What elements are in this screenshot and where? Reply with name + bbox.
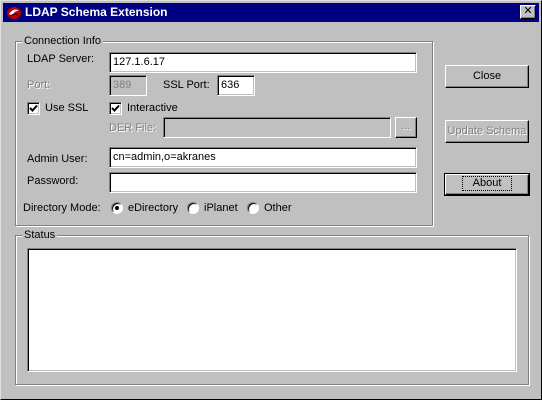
der-file-browse-button: ... xyxy=(395,117,417,138)
interactive-label: Interactive xyxy=(127,102,178,114)
ldap-server-input[interactable]: 127.1.6.17 xyxy=(109,52,417,73)
edirectory-radio[interactable] xyxy=(111,202,123,214)
edirectory-label: eDirectory xyxy=(128,202,179,214)
directory-mode-label: Directory Mode: xyxy=(23,202,101,214)
iplanet-radio[interactable] xyxy=(187,202,199,214)
interactive-checkbox[interactable] xyxy=(109,102,122,115)
title-bar[interactable]: LDAP Schema Extension ✕ xyxy=(3,3,539,22)
status-label: Status xyxy=(22,229,58,241)
about-button[interactable]: About xyxy=(444,173,530,196)
other-radio[interactable] xyxy=(247,202,259,214)
use-ssl-checkbox[interactable] xyxy=(27,102,40,115)
window-title: LDAP Schema Extension xyxy=(25,5,168,19)
der-file-input xyxy=(163,117,391,138)
ldap-server-label: LDAP Server: xyxy=(27,53,95,65)
dialog-window: LDAP Schema Extension ✕ Connection Info … xyxy=(0,0,542,400)
password-label: Password: xyxy=(27,175,79,187)
der-file-label: DER File: xyxy=(109,122,157,134)
other-label: Other xyxy=(264,202,292,214)
password-input[interactable] xyxy=(109,172,417,193)
checkmark-icon xyxy=(111,104,120,112)
about-button-label: About xyxy=(461,176,513,191)
update-schema-button: Update Schema xyxy=(445,120,529,143)
close-icon[interactable]: ✕ xyxy=(520,5,536,19)
connection-info-label: Connection Info xyxy=(22,35,104,47)
admin-user-label: Admin User: xyxy=(27,153,88,165)
ssl-port-input[interactable]: 636 xyxy=(217,75,255,96)
app-icon xyxy=(7,7,21,19)
ssl-port-label: SSL Port: xyxy=(163,79,210,91)
close-button[interactable]: Close xyxy=(445,65,529,88)
iplanet-label: iPlanet xyxy=(204,202,238,214)
port-label: Port: xyxy=(27,79,51,91)
status-log[interactable] xyxy=(27,248,517,372)
port-input: 389 xyxy=(109,75,147,96)
use-ssl-label: Use SSL xyxy=(45,102,89,114)
checkmark-icon xyxy=(29,104,38,112)
radio-selected-dot xyxy=(115,206,119,210)
admin-user-input[interactable]: cn=admin,o=akranes xyxy=(109,147,417,168)
